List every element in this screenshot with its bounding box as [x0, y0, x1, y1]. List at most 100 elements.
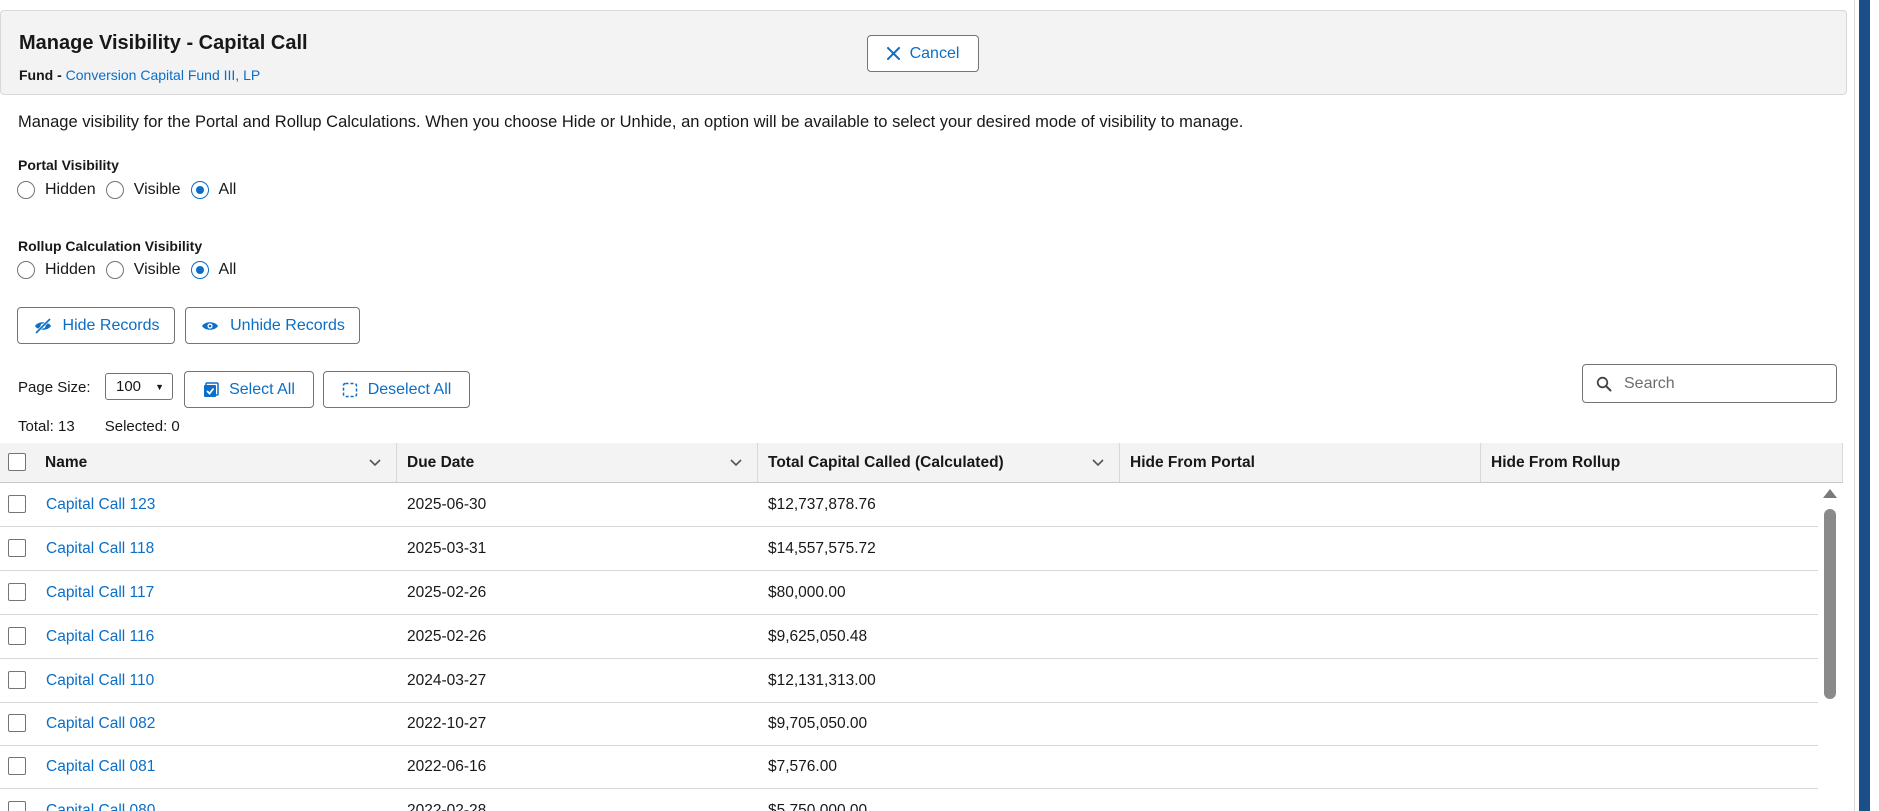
search-box[interactable]	[1582, 364, 1837, 403]
rollup-hidden-radio[interactable]	[17, 261, 35, 279]
dashed-square-icon	[342, 382, 357, 397]
hide-records-label: Hide Records	[62, 316, 160, 334]
record-name-link[interactable]: Capital Call 116	[46, 615, 154, 658]
table-row[interactable]: Capital Call 116 2025-02-26 $9,625,050.4…	[0, 615, 1818, 659]
table-row[interactable]: Capital Call 082 2022-10-27 $9,705,050.0…	[0, 702, 1818, 746]
record-name-link[interactable]: Capital Call 110	[46, 659, 154, 702]
portal-hidden-radio[interactable]	[17, 181, 35, 199]
chevron-down-icon[interactable]	[1091, 455, 1105, 469]
column-header-hide-from-rollup-label: Hide From Rollup	[1491, 453, 1621, 471]
selected-count: Selected: 0	[104, 418, 180, 435]
column-header-name-label: Name	[45, 453, 88, 471]
modal-header: Manage Visibility - Capital Call Fund - …	[0, 10, 1847, 95]
row-checkbox[interactable]	[8, 539, 26, 557]
cancel-label: Cancel	[909, 44, 960, 62]
record-name-link[interactable]: Capital Call 080	[46, 789, 155, 811]
due-date-cell: 2022-10-27	[407, 714, 487, 732]
cancel-button[interactable]: Cancel	[867, 35, 979, 72]
total-count: Total: 13	[18, 418, 75, 435]
record-name-link[interactable]: Capital Call 118	[46, 527, 154, 570]
total-capital-cell: $5,750,000.00	[768, 801, 868, 811]
due-date-cell: 2025-02-26	[407, 627, 487, 645]
portal-visibility-radio-group: Hidden Visible All	[17, 181, 246, 199]
row-checkbox[interactable]	[8, 583, 26, 601]
eye-icon	[202, 321, 219, 330]
total-capital-cell: $7,576.00	[768, 757, 837, 775]
portal-all-radio[interactable]	[190, 181, 209, 199]
table-row[interactable]: Capital Call 081 2022-06-16 $7,576.00	[0, 745, 1818, 789]
rollup-visible-radio[interactable]	[105, 261, 124, 279]
table-row[interactable]: Capital Call 118 2025-03-31 $14,557,575.…	[0, 527, 1818, 571]
table-row[interactable]: Capital Call 117 2025-02-26 $80,000.00	[0, 571, 1818, 615]
due-date-cell: 2025-03-31	[407, 539, 487, 557]
row-checkbox[interactable]	[8, 671, 26, 689]
scrollbar-thumb[interactable]	[1824, 509, 1836, 699]
fund-subtitle: Fund - Conversion Capital Fund III, LP	[19, 67, 260, 83]
page-size-select[interactable]: 100 ▼	[105, 373, 173, 400]
row-checkbox[interactable]	[8, 757, 26, 775]
page-title: Manage Visibility - Capital Call	[19, 32, 308, 54]
due-date-cell: 2025-06-30	[407, 495, 487, 513]
chevron-down-icon[interactable]	[729, 455, 743, 469]
hide-records-button[interactable]: Hide Records	[17, 307, 175, 344]
rollup-visibility-radio-group: Hidden Visible All	[17, 261, 246, 279]
select-all-button[interactable]: Select All	[184, 371, 314, 408]
search-icon	[1596, 376, 1612, 391]
total-capital-cell: $12,131,313.00	[768, 671, 876, 689]
table-row[interactable]: Capital Call 110 2024-03-27 $12,131,313.…	[0, 659, 1818, 703]
table-row[interactable]: Capital Call 080 2022-02-28 $5,750,000.0…	[0, 789, 1818, 811]
record-name-link[interactable]: Capital Call 081	[46, 745, 155, 788]
rollup-visibility-label: Rollup Calculation Visibility	[18, 238, 203, 254]
portal-hidden-label: Hidden	[45, 181, 96, 198]
total-capital-cell: $9,705,050.00	[768, 714, 868, 732]
window-edge-bar	[1859, 0, 1870, 811]
column-header-hide-from-rollup[interactable]: Hide From Rollup	[1481, 443, 1843, 482]
description-text: Manage visibility for the Portal and Rol…	[18, 113, 1244, 131]
select-all-rows-checkbox[interactable]	[8, 453, 26, 471]
total-capital-cell: $12,737,878.76	[768, 495, 876, 513]
column-header-name[interactable]: Name	[35, 443, 397, 482]
record-name-link[interactable]: Capital Call 117	[46, 571, 154, 614]
right-edge-strip	[1854, 0, 1879, 811]
unhide-records-label: Unhide Records	[230, 316, 345, 334]
record-name-link[interactable]: Capital Call 123	[46, 483, 155, 526]
scroll-up-arrow-icon[interactable]	[1823, 489, 1837, 498]
portal-visible-radio[interactable]	[105, 181, 124, 199]
table-row[interactable]: Capital Call 123 2025-06-30 $12,737,878.…	[0, 483, 1818, 527]
deselect-all-label: Deselect All	[367, 380, 452, 398]
rollup-visible-label: Visible	[133, 261, 181, 278]
select-all-label: Select All	[229, 380, 295, 398]
table-scrollbar[interactable]	[1820, 485, 1838, 811]
unhide-records-button[interactable]: Unhide Records	[185, 307, 360, 344]
checkbox-checked-icon	[204, 381, 219, 397]
caret-down-icon: ▼	[155, 382, 164, 392]
portal-visible-label: Visible	[133, 181, 181, 198]
fund-link[interactable]: Conversion Capital Fund III, LP	[66, 67, 261, 83]
deselect-all-button[interactable]: Deselect All	[323, 371, 470, 408]
row-checkbox[interactable]	[8, 801, 26, 811]
due-date-cell: 2025-02-26	[407, 583, 487, 601]
search-input[interactable]	[1622, 373, 1816, 394]
column-header-total-capital[interactable]: Total Capital Called (Calculated)	[758, 443, 1120, 482]
rollup-all-label: All	[218, 261, 237, 278]
record-counts: Total: 13 Selected: 0	[18, 418, 180, 435]
rollup-all-radio[interactable]	[190, 261, 209, 279]
fund-label: Fund -	[19, 67, 66, 83]
row-checkbox[interactable]	[8, 495, 26, 513]
chevron-down-icon[interactable]	[368, 455, 382, 469]
page-size-value: 100	[116, 378, 142, 395]
page-size-label: Page Size:	[18, 379, 91, 396]
row-checkbox[interactable]	[8, 627, 26, 645]
record-name-link[interactable]: Capital Call 082	[46, 702, 155, 745]
column-header-due-date[interactable]: Due Date	[397, 443, 758, 482]
total-capital-cell: $9,625,050.48	[768, 627, 868, 645]
eye-slash-icon	[34, 317, 51, 334]
total-capital-cell: $14,557,575.72	[768, 539, 876, 557]
total-capital-cell: $80,000.00	[768, 583, 846, 601]
table-header: Name Due Date Total Capital Called (Calc…	[0, 443, 1843, 483]
row-checkbox[interactable]	[8, 714, 26, 732]
due-date-cell: 2022-06-16	[407, 757, 487, 775]
column-header-due-date-label: Due Date	[407, 453, 475, 471]
column-header-hide-from-portal[interactable]: Hide From Portal	[1120, 443, 1481, 482]
close-icon	[886, 47, 900, 60]
